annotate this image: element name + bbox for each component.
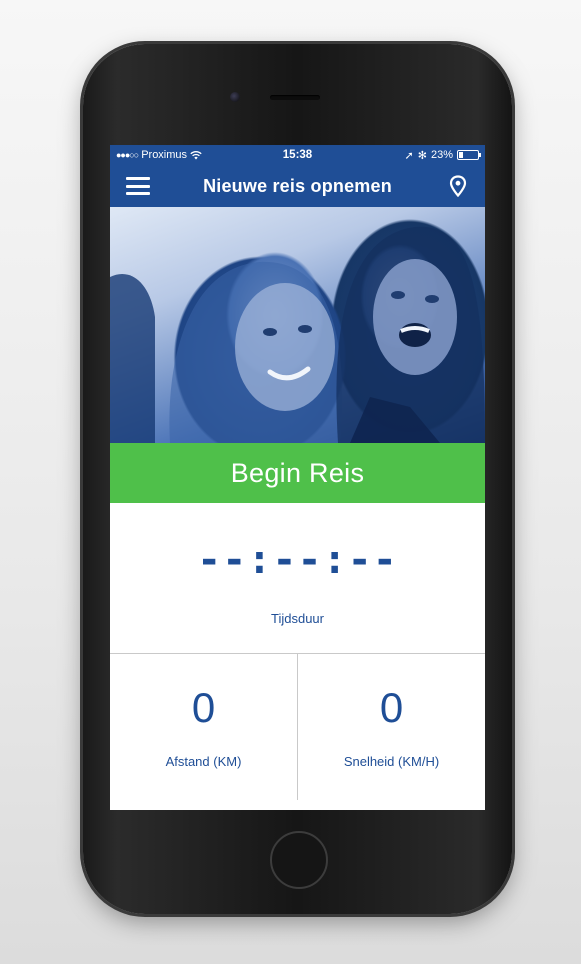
- hero-image: [110, 207, 485, 443]
- nav-bar: Nieuwe reis opnemen: [110, 165, 485, 207]
- hamburger-menu-icon[interactable]: [126, 177, 150, 195]
- status-bar: ●●●○○ Proximus 15:38 ➚ ✻ 23%: [110, 145, 485, 165]
- speed-stat: 0 Snelheid (KM/H): [297, 654, 485, 800]
- map-pin-icon[interactable]: [449, 175, 467, 197]
- battery-fill: [459, 152, 463, 158]
- begin-trip-button[interactable]: Begin Reis: [110, 443, 485, 503]
- stats-panel: 0 Afstand (KM) 0 Snelheid (KM/H): [110, 654, 485, 800]
- distance-label: Afstand (KM): [165, 754, 242, 769]
- battery-icon: [457, 150, 481, 160]
- duration-panel: --:--:-- Tijdsduur: [110, 503, 485, 654]
- front-camera: [230, 92, 240, 102]
- speed-value: 0: [379, 684, 404, 731]
- duration-value: --:--:--: [197, 537, 398, 583]
- duration-label: Tijdsduur: [271, 611, 324, 626]
- status-time: 15:38: [282, 149, 313, 161]
- hero-photo-illustration: [110, 226, 485, 443]
- page-title: Nieuwe reis opnemen: [203, 175, 392, 196]
- home-button[interactable]: [270, 831, 328, 889]
- phone-frame: ●●●○○ Proximus 15:38 ➚ ✻ 23% Nieuwe reis…: [83, 44, 512, 914]
- app-screen: ●●●○○ Proximus 15:38 ➚ ✻ 23% Nieuwe reis…: [110, 145, 485, 810]
- distance-stat: 0 Afstand (KM): [110, 654, 297, 800]
- earpiece-speaker: [270, 95, 320, 100]
- distance-value: 0: [191, 684, 216, 731]
- speed-label: Snelheid (KM/H): [343, 754, 440, 769]
